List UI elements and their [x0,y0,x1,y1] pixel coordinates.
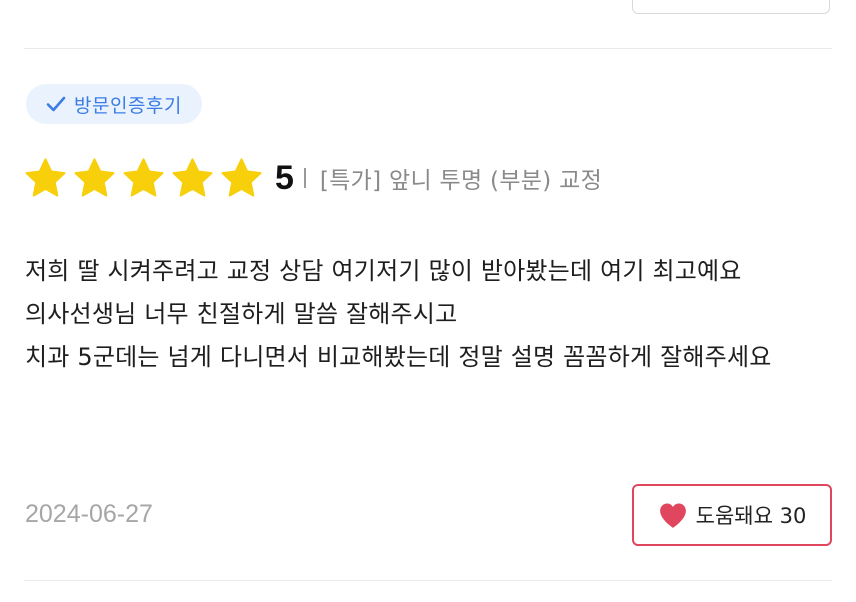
review-text: 저희 딸 시켜주려고 교정 상담 여기저기 많이 받아봤는데 여기 최고예요 의… [25,250,835,379]
rating-row: 5 [특가] 앞니 투명 (부분) 교정 [24,152,602,204]
review-line: 의사선생님 너무 친절하게 말씀 잘해주시고 [25,300,458,328]
rating-score: 5 [275,158,294,197]
helpful-button[interactable]: 도움돼요 30 [632,484,832,546]
separator [303,168,306,188]
visit-verified-badge: 방문인증후기 [26,84,202,124]
badge-label: 방문인증후기 [74,94,182,117]
helpful-label: 도움돼요 30 [695,504,807,528]
star-icon [220,157,263,199]
star-icon [73,157,116,199]
divider [24,580,832,581]
review-line: 저희 딸 시켜주려고 교정 상담 여기저기 많이 받아봤는데 여기 최고예요 [25,257,742,285]
review-card: 방문인증후기 5 [특가] 앞니 투명 (부분) 교정 저희 딸 시켜주려고 교… [0,0,856,602]
treatment-name: [특가] 앞니 투명 (부분) 교정 [319,168,603,194]
star-icon [171,157,214,199]
divider [24,48,832,49]
previous-helpful-button[interactable] [632,0,830,14]
review-date: 2024-06-27 [25,500,153,528]
star-icon [122,157,165,199]
heart-icon [658,502,688,529]
star-rating [24,157,263,199]
star-icon [24,157,67,199]
review-line: 치과 5군데는 넘게 다니면서 비교해봤는데 정말 설명 꼼꼼하게 잘해주세요 [25,343,772,371]
check-icon [46,96,66,112]
